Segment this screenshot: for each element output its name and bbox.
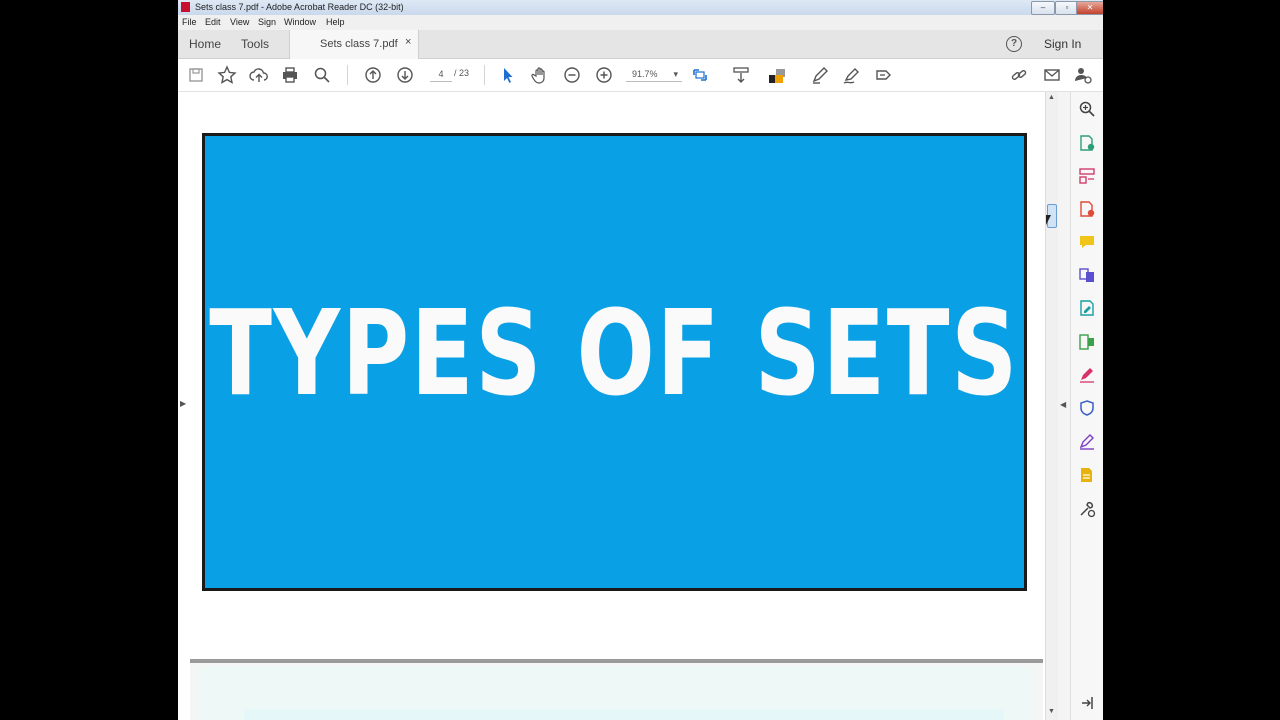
- print-icon[interactable]: [280, 65, 300, 85]
- window-title: Sets class 7.pdf - Adobe Acrobat Reader …: [195, 2, 404, 12]
- tab-home[interactable]: Home: [189, 37, 221, 51]
- minimize-button[interactable]: –: [1031, 1, 1055, 15]
- hand-icon[interactable]: [530, 65, 550, 85]
- menu-sign[interactable]: Sign: [258, 17, 276, 27]
- pdf-page: TYPES OF SETS: [190, 92, 1043, 659]
- edit-pdf-icon[interactable]: [1078, 299, 1096, 317]
- acrobat-app-icon: [181, 2, 190, 12]
- close-tab-icon[interactable]: ×: [405, 36, 411, 48]
- compress-icon[interactable]: [1078, 333, 1096, 351]
- sign-in-link[interactable]: Sign In: [1044, 37, 1081, 51]
- collapse-right-panel-arrow[interactable]: ◀: [1060, 400, 1066, 409]
- help-icon[interactable]: ?: [1006, 36, 1022, 52]
- page-number-input[interactable]: 4: [430, 67, 452, 82]
- share-link-icon[interactable]: [1009, 65, 1029, 85]
- collapse-panel-icon[interactable]: [1078, 694, 1096, 712]
- chevron-down-icon: ▾: [673, 69, 678, 79]
- menu-help[interactable]: Help: [326, 17, 345, 27]
- zoom-out-icon[interactable]: [562, 65, 582, 85]
- combine-files-icon[interactable]: [1078, 266, 1096, 284]
- protect-icon[interactable]: [1078, 399, 1096, 417]
- zoom-in-icon[interactable]: [594, 65, 614, 85]
- fill-sign-icon[interactable]: [874, 65, 894, 85]
- tools-pane: [1070, 92, 1103, 720]
- tab-tools[interactable]: Tools: [241, 37, 269, 51]
- scroll-down-arrow[interactable]: ▼: [1048, 708, 1055, 715]
- organize-pages-icon[interactable]: [1078, 167, 1096, 185]
- next-pdf-page: [190, 663, 1043, 720]
- highlight-pen-icon[interactable]: [810, 65, 830, 85]
- menu-file[interactable]: File: [182, 17, 197, 27]
- upload-cloud-icon[interactable]: [249, 65, 269, 85]
- mouse-cursor: [1046, 215, 1054, 225]
- fill-sign-tool-icon[interactable]: [1078, 366, 1096, 384]
- tab-bar: Home Tools Sets class 7.pdf × ? Sign In: [178, 30, 1103, 59]
- page-fit-icon[interactable]: [690, 65, 710, 85]
- page-total: / 23: [454, 68, 470, 78]
- menu-window[interactable]: Window: [284, 17, 316, 27]
- slide-banner: TYPES OF SETS: [202, 133, 1027, 591]
- slide-title: TYPES OF SETS: [209, 284, 1020, 422]
- tab-document[interactable]: Sets class 7.pdf ×: [289, 30, 419, 59]
- draw-icon[interactable]: [842, 65, 862, 85]
- zoom-tool-icon[interactable]: [1078, 100, 1096, 118]
- comment-icon[interactable]: [767, 65, 787, 85]
- scan-icon[interactable]: [1078, 466, 1096, 484]
- close-window-button[interactable]: ✕: [1076, 1, 1103, 15]
- export-pdf-icon[interactable]: [1078, 134, 1096, 152]
- menu-edit[interactable]: Edit: [205, 17, 221, 27]
- comment-tool-icon[interactable]: [1078, 233, 1096, 251]
- toolbar: 4 / 23 91.7% ▾: [178, 59, 1103, 92]
- toolbar-separator: [484, 65, 485, 85]
- title-bar: Sets class 7.pdf - Adobe Acrobat Reader …: [178, 0, 1103, 15]
- add-user-icon[interactable]: [1073, 65, 1093, 85]
- search-icon[interactable]: [312, 65, 332, 85]
- menu-bar: File Edit View Sign Window Help: [178, 15, 1103, 30]
- save-icon[interactable]: [186, 65, 206, 85]
- bookmark-star-icon[interactable]: [217, 65, 237, 85]
- vertical-scrollbar[interactable]: ▲ ▼: [1045, 92, 1058, 720]
- create-pdf-icon[interactable]: [1078, 200, 1096, 218]
- more-tools-icon[interactable]: [1078, 500, 1096, 518]
- next-page-band: [244, 709, 1004, 720]
- expand-left-panel-icon[interactable]: ▶: [180, 399, 186, 408]
- zoom-value: 91.7%: [632, 69, 658, 79]
- email-icon[interactable]: [1042, 65, 1062, 85]
- zoom-level-select[interactable]: 91.7% ▾: [626, 67, 682, 82]
- next-page-content: [200, 667, 1032, 720]
- send-for-signature-icon[interactable]: [1078, 433, 1096, 451]
- document-tab-label: Sets class 7.pdf: [320, 38, 398, 50]
- menu-view[interactable]: View: [230, 17, 249, 27]
- select-cursor-icon[interactable]: [498, 65, 518, 85]
- previous-page-icon[interactable]: [363, 65, 383, 85]
- scroll-up-arrow[interactable]: ▲: [1048, 94, 1055, 101]
- acrobat-window: Sets class 7.pdf - Adobe Acrobat Reader …: [178, 0, 1103, 720]
- toolbar-separator: [347, 65, 348, 85]
- document-viewer[interactable]: TYPES OF SETS: [190, 92, 1045, 720]
- scroll-mode-icon[interactable]: [731, 65, 751, 85]
- next-page-icon[interactable]: [395, 65, 415, 85]
